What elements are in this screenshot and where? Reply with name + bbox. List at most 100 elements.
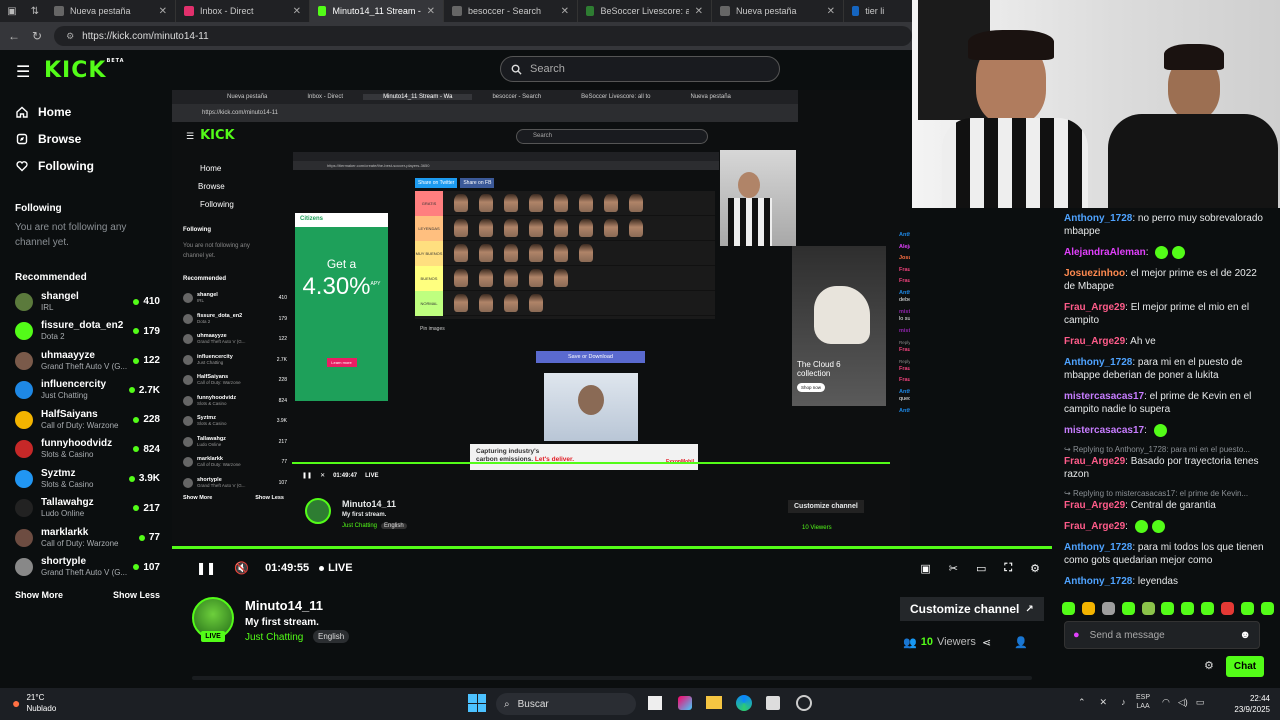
tab-besoccer-livescore[interactable]: BeSoccer Livescore: all to✕ — [578, 0, 712, 22]
chat-message[interactable]: Frau_Arge29: — [1052, 520, 1280, 534]
chat-username[interactable]: mistercasacas17 — [1064, 391, 1144, 402]
emote-icon[interactable] — [1201, 601, 1215, 615]
sidebar-channel-shortyple[interactable]: shortyple Grand Theft Auto V (G... 107 — [0, 553, 172, 583]
tab-tier-list[interactable]: tier list — [844, 0, 892, 22]
chat-username[interactable]: Anthony_1728 — [1064, 213, 1132, 224]
menu-icon[interactable]: ☰ — [16, 62, 30, 82]
emote-icon[interactable] — [1161, 601, 1175, 615]
sidebar-item-browse[interactable]: Browse — [0, 125, 172, 152]
chat-message[interactable]: AlejandraAleman: — [1052, 246, 1280, 259]
settings-icon[interactable]: ⚙ — [1030, 562, 1040, 575]
sidebar-channel-fissure_dota_en2[interactable]: fissure_dota_en2 Dota 2 179 — [0, 317, 172, 347]
sidebar-item-following[interactable]: Following — [0, 152, 172, 179]
clock[interactable]: 22:44 23/9/2025 — [1218, 693, 1270, 715]
tray-chevron-icon[interactable]: ⌃ — [1078, 697, 1086, 708]
tab-nueva-pestana-2[interactable]: Nueva pestaña ✕ — [712, 0, 844, 22]
chat-username[interactable]: AlejandraAleman — [1064, 247, 1146, 258]
tab-nueva-pestana[interactable]: Nueva pestaña ✕ — [46, 0, 176, 22]
chat-username[interactable]: Anthony_1728 — [1064, 576, 1132, 587]
weather-widget[interactable]: ● 21°C Nublado — [12, 692, 56, 714]
emote-icon[interactable] — [1181, 601, 1195, 615]
microphone-icon[interactable]: ● — [1073, 629, 1080, 641]
customize-channel-button[interactable]: Customize channel ↗ — [900, 597, 1044, 621]
chat-message[interactable]: Anthony_1728: no perro muy sobrevalorado… — [1052, 212, 1280, 238]
stream-video[interactable]: Nueva pestaña Inbox - Direct Minuto14_11… — [172, 90, 910, 548]
sidebar-channel-shangel[interactable]: shangel IRL 410 — [0, 287, 172, 317]
start-icon[interactable] — [468, 694, 486, 712]
sidebar-channel-tallawahgz[interactable]: Tallawahgz Ludo Online 217 — [0, 494, 172, 524]
close-tab-icon[interactable]: ✕ — [293, 6, 301, 17]
chat-message[interactable]: Frau_Arge29: Ah ve — [1052, 335, 1280, 348]
show-more-button[interactable]: Show More — [15, 590, 63, 600]
channel-name[interactable]: Minuto14_11 — [245, 598, 323, 613]
emote-icon[interactable] — [1221, 601, 1235, 615]
sidebar-item-home[interactable]: Home — [0, 98, 172, 125]
language-tag[interactable]: English — [313, 630, 350, 643]
emote-icon[interactable] — [1121, 601, 1135, 615]
sidebar-channel-influencercity[interactable]: influencercity Just Chatting 2.7K — [0, 376, 172, 406]
chat-send-button[interactable]: Chat — [1226, 656, 1264, 677]
clip-icon[interactable]: ✂ — [949, 562, 958, 575]
emoji-icon[interactable]: ☻ — [1239, 629, 1251, 641]
mute-button[interactable]: 🔇 — [234, 561, 249, 575]
chat-message[interactable]: Anthony_1728: leyendas — [1052, 575, 1280, 588]
tab-inbox-direct[interactable]: Inbox - Direct ✕ — [176, 0, 310, 22]
sidebar-channel-funnyhoodvidz[interactable]: funnyhoodvidz Slots & Casino 824 — [0, 435, 172, 465]
site-info-icon[interactable]: ⚙ — [66, 31, 74, 42]
category-link[interactable]: Just Chatting — [245, 632, 303, 643]
share-icon[interactable]: ⋖ — [982, 636, 991, 649]
url-field[interactable]: ⚙ https://kick.com/minuto14-11 — [54, 26, 912, 46]
keyboard-layout[interactable]: ESP LAA — [1136, 693, 1150, 711]
kick-logo[interactable]: KICKBETA — [44, 58, 125, 83]
chat-username[interactable]: Anthony_1728 — [1064, 542, 1132, 553]
close-tab-icon[interactable]: ✕ — [827, 6, 835, 17]
chat-username[interactable]: Josuezinhoo — [1064, 268, 1125, 279]
chat-message[interactable]: mistercasacas17: — [1052, 424, 1280, 438]
tray-icons[interactable]: ◠ ◁) ▭ — [1162, 697, 1204, 708]
chat-username[interactable]: Frau_Arge29 — [1064, 302, 1125, 313]
back-icon[interactable]: ← — [8, 29, 20, 43]
reload-icon[interactable]: ↻ — [32, 29, 42, 43]
emote-icon[interactable] — [1081, 601, 1095, 615]
close-tab-icon[interactable]: ✕ — [159, 6, 167, 17]
taskbar-search[interactable]: ⌕ Buscar — [496, 693, 636, 715]
chat-username[interactable]: Frau_Arge29 — [1064, 500, 1125, 511]
volume-icon[interactable]: ◁) — [1178, 697, 1188, 708]
emote-icon[interactable] — [1101, 601, 1115, 615]
chat-username[interactable]: Frau_Arge29 — [1064, 336, 1125, 347]
chat-message[interactable]: Frau_Arge29: El mejor prime el mio en el… — [1052, 301, 1280, 327]
search-bar[interactable]: Search — [500, 56, 780, 82]
mic-tray-icon[interactable]: ♪ — [1121, 697, 1126, 708]
system-tray[interactable]: ⌃ ✕ ♪ — [1078, 697, 1126, 708]
chat-message[interactable]: Josuezinhoo: el mejor prime es el de 202… — [1052, 267, 1280, 293]
chat-username[interactable]: mistercasacas17 — [1064, 425, 1144, 436]
tab-search-icon[interactable]: ⇅ — [24, 6, 46, 17]
edge-icon[interactable] — [736, 695, 752, 711]
sidebar-channel-halfsaiyans[interactable]: HalfSaiyans Call of Duty: Warzone 228 — [0, 405, 172, 435]
search-input[interactable]: Search — [530, 63, 565, 75]
close-tab-icon[interactable]: ✕ — [695, 6, 703, 17]
tab-besoccer-search[interactable]: besoccer - Search ✕ — [444, 0, 578, 22]
emote-icon[interactable] — [1062, 601, 1075, 615]
wifi-icon[interactable]: ◠ — [1162, 697, 1170, 708]
tab-actions-icon[interactable]: ▣ — [0, 6, 24, 17]
tab-minuto14-stream[interactable]: Minuto14_11 Stream - Wa✕ — [310, 0, 444, 22]
battery-icon[interactable]: ▭ — [1196, 697, 1205, 708]
sidebar-channel-uhmaayyze[interactable]: uhmaayyze Grand Theft Auto V (G... 122 — [0, 346, 172, 376]
store-icon[interactable] — [766, 696, 780, 710]
fullscreen-icon[interactable]: ⛶ — [1004, 562, 1012, 575]
show-less-button[interactable]: Show Less — [113, 590, 160, 600]
chat-username[interactable]: Frau_Arge29 — [1064, 456, 1125, 467]
emote-icon[interactable] — [1260, 601, 1274, 615]
horizontal-scrollbar[interactable] — [192, 676, 1032, 680]
send-message-field[interactable]: ● Send a message ☻ — [1064, 621, 1260, 649]
chat-input[interactable]: Send a message — [1090, 630, 1230, 641]
chat-message[interactable]: Frau_Arge29: Central de garantia — [1052, 499, 1280, 512]
sidebar-channel-syztmz[interactable]: Syztmz Slots & Casino 3.9K — [0, 464, 172, 494]
close-tab-icon[interactable]: ✕ — [561, 6, 569, 17]
pip-icon[interactable]: ▭ — [976, 562, 986, 575]
pause-button[interactable]: ❚❚ — [196, 561, 216, 575]
obs-icon[interactable] — [796, 695, 812, 711]
chat-message[interactable]: Anthony_1728: para mi en el puesto de mb… — [1052, 356, 1280, 382]
emote-icon[interactable] — [1141, 601, 1155, 615]
